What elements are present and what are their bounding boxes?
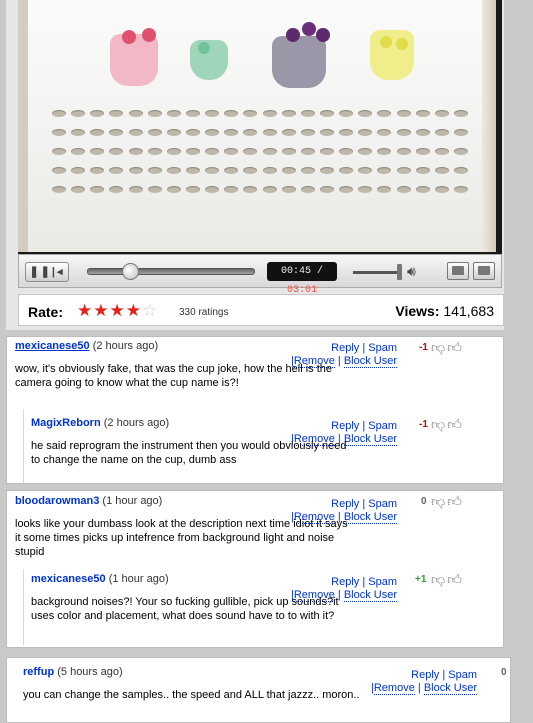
views-label: Views: <box>395 303 440 319</box>
pause-button[interactable]: ❚❚|◂ <box>25 262 69 282</box>
block-user-link[interactable]: Block User <box>343 589 397 602</box>
star-filled-icon[interactable]: ★ <box>77 301 93 320</box>
comment-time: (2 hours ago) <box>103 417 170 429</box>
reply-link[interactable]: Reply <box>411 669 439 681</box>
comment-author-link[interactable]: mexicanese50 <box>15 340 90 352</box>
vote-buttons: 👎︎👍︎ <box>431 339 464 356</box>
block-user-link[interactable]: Block User <box>423 682 477 695</box>
comment-time: (1 hour ago) <box>102 495 163 507</box>
vote-buttons: 👎︎👍︎ <box>431 571 464 588</box>
ratings-count: 330 ratings <box>179 307 229 318</box>
volume-slider[interactable] <box>353 271 397 274</box>
spam-link[interactable]: Spam <box>368 342 397 354</box>
spam-link[interactable]: Spam <box>368 498 397 510</box>
rate-label: Rate: <box>28 304 64 320</box>
speaker-icon[interactable]: 🔊︎ <box>407 263 416 280</box>
thumbs-up-icon[interactable]: 👍︎ <box>447 571 464 587</box>
view-count: Views: 141,683 <box>395 303 494 319</box>
spam-link[interactable]: Spam <box>368 576 397 588</box>
seek-bar[interactable] <box>87 263 255 280</box>
thumbs-down-icon[interactable]: 👎︎ <box>431 571 447 587</box>
comment-author-link[interactable]: bloodarowman3 <box>15 495 99 507</box>
thumbs-down-icon[interactable]: 👎︎ <box>431 416 447 432</box>
comment-text: wow, it's obviously fake, that was the c… <box>15 363 332 389</box>
reply-header: mexicanese50 (1 hour ago) <box>31 573 169 585</box>
comment-header: bloodarowman3 (1 hour ago) <box>15 495 162 507</box>
thumbs-down-icon[interactable]: 👎︎ <box>431 493 447 509</box>
elapsed-time: 00:45 <box>280 266 311 277</box>
comment-thread: bloodarowman3 (1 hour ago) Reply | Spam … <box>6 490 504 648</box>
star-empty-icon[interactable]: ☆ <box>142 301 158 320</box>
views-value: 141,683 <box>443 303 494 319</box>
video-frame <box>18 0 502 254</box>
comment-header: mexicanese50 (2 hours ago) <box>15 340 158 352</box>
comment-text: he said reprogram the instrument then yo… <box>31 440 347 466</box>
comment-time: (5 hours ago) <box>57 666 123 678</box>
comment-thread: reffup (5 hours ago) Reply | Spam |Remov… <box>6 657 511 723</box>
star-filled-icon[interactable]: ★ <box>126 301 142 320</box>
comment-score: -1 <box>419 342 428 353</box>
rating-bar: Rate: ★★★★☆ 330 ratings Views: 141,683 <box>18 294 504 326</box>
thumbs-up-icon[interactable]: 👍︎ <box>447 339 464 355</box>
star-filled-icon[interactable]: ★ <box>93 301 109 320</box>
star-filled-icon[interactable]: ★ <box>110 301 126 320</box>
comment-text: background noises?! Your so fucking gull… <box>31 596 339 622</box>
video-player: ❚❚|◂ 00:45 / 03:01 🔊︎ Rate: ★★★★☆ 330 ra… <box>6 0 504 330</box>
comment-actions: Reply | Spam |Remove | Block User <box>371 669 477 695</box>
fullscreen-button[interactable] <box>473 262 495 280</box>
pause-icon: ❚❚ <box>29 266 52 278</box>
comment-time: (1 hour ago) <box>108 573 169 585</box>
reply-link[interactable]: Reply <box>331 498 359 510</box>
hole-grid <box>46 110 474 205</box>
comment-text: looks like your dumbass look at the desc… <box>15 518 348 558</box>
comment-author-link[interactable]: MagixReborn <box>31 417 101 429</box>
comment-score: -1 <box>419 419 428 430</box>
video-screen[interactable] <box>18 0 496 252</box>
time-display: 00:45 / 03:01 <box>267 262 337 296</box>
spam-link[interactable]: Spam <box>448 669 477 681</box>
block-user-link[interactable]: Block User <box>343 433 397 446</box>
reply-header: MagixReborn (2 hours ago) <box>31 417 169 429</box>
player-controls: ❚❚|◂ 00:45 / 03:01 🔊︎ <box>18 254 502 296</box>
comment-time: (2 hours ago) <box>92 340 159 352</box>
comment-score: 0 <box>501 667 507 678</box>
comment-thread: mexicanese50 (2 hours ago) Reply | Spam … <box>6 336 504 484</box>
thumbs-down-icon[interactable]: 👎︎ <box>431 339 447 355</box>
seek-handle[interactable] <box>122 263 139 280</box>
spam-link[interactable]: Spam <box>368 420 397 432</box>
thumbs-up-icon[interactable]: 👍︎ <box>447 493 464 509</box>
reply-link[interactable]: Reply <box>331 420 359 432</box>
thumbs-up-icon[interactable]: 👍︎ <box>447 416 464 432</box>
comment-author-link[interactable]: mexicanese50 <box>31 573 106 585</box>
purple-cup <box>272 36 326 88</box>
volume-handle[interactable] <box>397 264 402 280</box>
rewind-icon: |◂ <box>51 266 65 278</box>
comment-author-link[interactable]: reffup <box>23 666 54 678</box>
reply-link[interactable]: Reply <box>331 576 359 588</box>
comment-text: you can change the samples.. the speed a… <box>23 689 360 701</box>
reply-link[interactable]: Reply <box>331 342 359 354</box>
yellow-cup <box>370 30 414 80</box>
comment-score: 0 <box>421 496 427 507</box>
vote-buttons: 👎︎👍︎ <box>431 416 464 433</box>
star-rating[interactable]: ★★★★☆ <box>77 301 158 321</box>
comment-header: reffup (5 hours ago) <box>23 666 123 678</box>
vote-buttons: 👎︎👍︎ <box>431 493 464 510</box>
remove-link[interactable]: Remove <box>373 682 415 695</box>
watch-in-window-button[interactable] <box>447 262 469 280</box>
comment-score: +1 <box>415 574 427 585</box>
